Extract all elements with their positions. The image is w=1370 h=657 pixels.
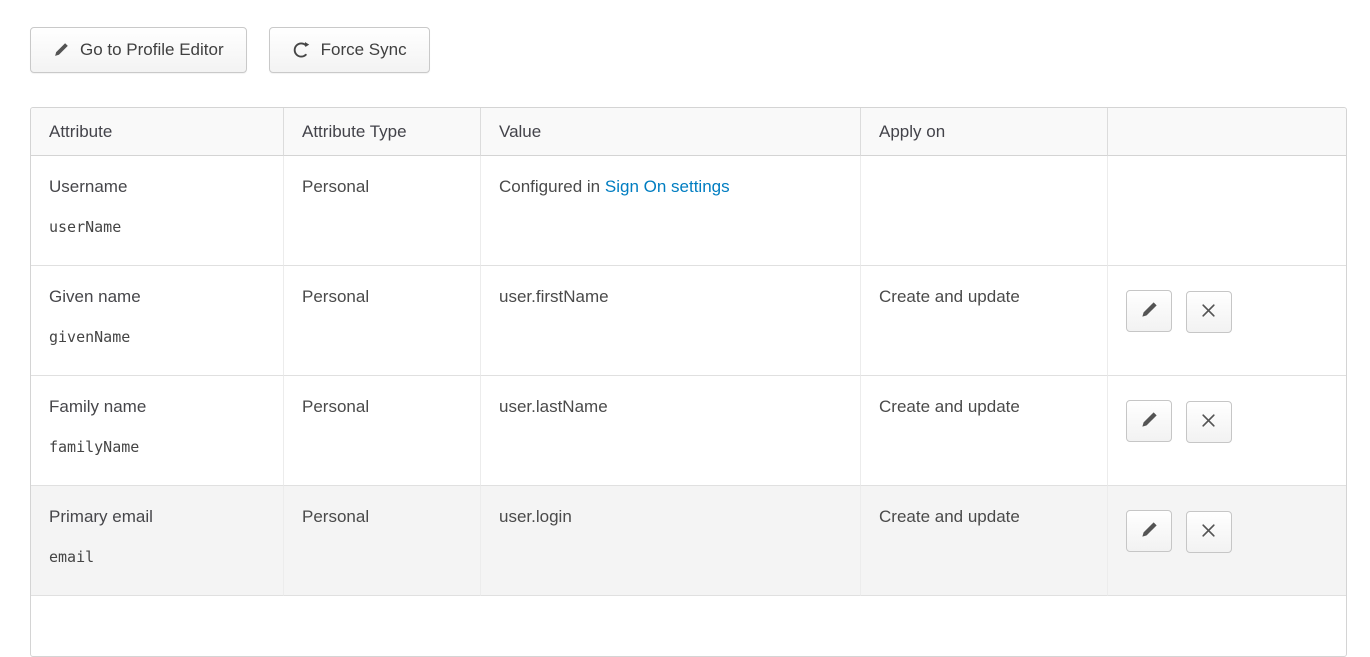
sign-on-settings-link[interactable]: Sign On settings: [605, 177, 730, 196]
pencil-icon: [1140, 411, 1158, 432]
apply-on-cell: Create and update: [861, 266, 1108, 376]
pencil-icon: [1140, 301, 1158, 322]
attribute-variable-name: givenName: [49, 328, 265, 346]
go-to-profile-editor-button[interactable]: Go to Profile Editor: [30, 27, 247, 73]
go-to-profile-editor-label: Go to Profile Editor: [80, 40, 224, 60]
toolbar: Go to Profile Editor Force Sync: [30, 27, 1345, 73]
attribute-label: Username: [49, 177, 265, 197]
column-header-attribute: Attribute: [31, 108, 284, 156]
edit-mapping-button[interactable]: [1126, 510, 1172, 552]
attribute-variable-name: userName: [49, 218, 265, 236]
pencil-icon: [1140, 521, 1158, 542]
column-header-value: Value: [481, 108, 861, 156]
attribute-variable-name: familyName: [49, 438, 265, 456]
table-filler-row: [31, 596, 1346, 656]
value-cell: user.lastName: [481, 376, 861, 486]
column-header-actions: [1108, 108, 1346, 156]
actions-cell: [1108, 156, 1346, 266]
attribute-cell: Primary email email: [31, 486, 284, 596]
filler-cell: [31, 596, 1346, 656]
attribute-type-cell: Personal: [284, 376, 481, 486]
table-row-given-name: Given name givenName Personal user.first…: [31, 266, 1346, 376]
delete-mapping-button[interactable]: [1186, 291, 1232, 333]
column-header-apply-on: Apply on: [861, 108, 1108, 156]
attribute-label: Family name: [49, 397, 265, 417]
close-icon: [1200, 522, 1217, 542]
attribute-cell: Given name givenName: [31, 266, 284, 376]
close-icon: [1200, 412, 1217, 432]
value-cell: user.firstName: [481, 266, 861, 376]
table-row-family-name: Family name familyName Personal user.las…: [31, 376, 1346, 486]
attribute-type-cell: Personal: [284, 486, 481, 596]
edit-mapping-button[interactable]: [1126, 290, 1172, 332]
edit-mapping-button[interactable]: [1126, 400, 1172, 442]
attribute-label: Primary email: [49, 507, 265, 527]
refresh-icon: [292, 41, 310, 59]
actions-cell: [1108, 486, 1346, 596]
table-row-username: Username userName Personal Configured in…: [31, 156, 1346, 266]
close-icon: [1200, 302, 1217, 322]
apply-on-cell: [861, 156, 1108, 266]
table-header-row: Attribute Attribute Type Value Apply on: [31, 108, 1346, 156]
attribute-variable-name: email: [49, 548, 265, 566]
attribute-label: Given name: [49, 287, 265, 307]
attribute-type-cell: Personal: [284, 266, 481, 376]
value-cell: Configured in Sign On settings: [481, 156, 861, 266]
attribute-mappings-page: Go to Profile Editor Force Sync Attribut…: [0, 0, 1370, 657]
force-sync-button[interactable]: Force Sync: [269, 27, 430, 73]
value-cell: user.login: [481, 486, 861, 596]
delete-mapping-button[interactable]: [1186, 511, 1232, 553]
apply-on-cell: Create and update: [861, 486, 1108, 596]
column-header-attribute-type: Attribute Type: [284, 108, 481, 156]
pencil-icon: [53, 42, 69, 58]
attribute-type-cell: Personal: [284, 156, 481, 266]
actions-cell: [1108, 376, 1346, 486]
table-row-primary-email: Primary email email Personal user.login …: [31, 486, 1346, 596]
attribute-cell: Family name familyName: [31, 376, 284, 486]
actions-cell: [1108, 266, 1346, 376]
value-text: Configured in: [499, 177, 600, 196]
attribute-mapping-table: Attribute Attribute Type Value Apply on …: [30, 107, 1347, 657]
delete-mapping-button[interactable]: [1186, 401, 1232, 443]
force-sync-label: Force Sync: [321, 40, 407, 60]
attribute-cell: Username userName: [31, 156, 284, 266]
apply-on-cell: Create and update: [861, 376, 1108, 486]
